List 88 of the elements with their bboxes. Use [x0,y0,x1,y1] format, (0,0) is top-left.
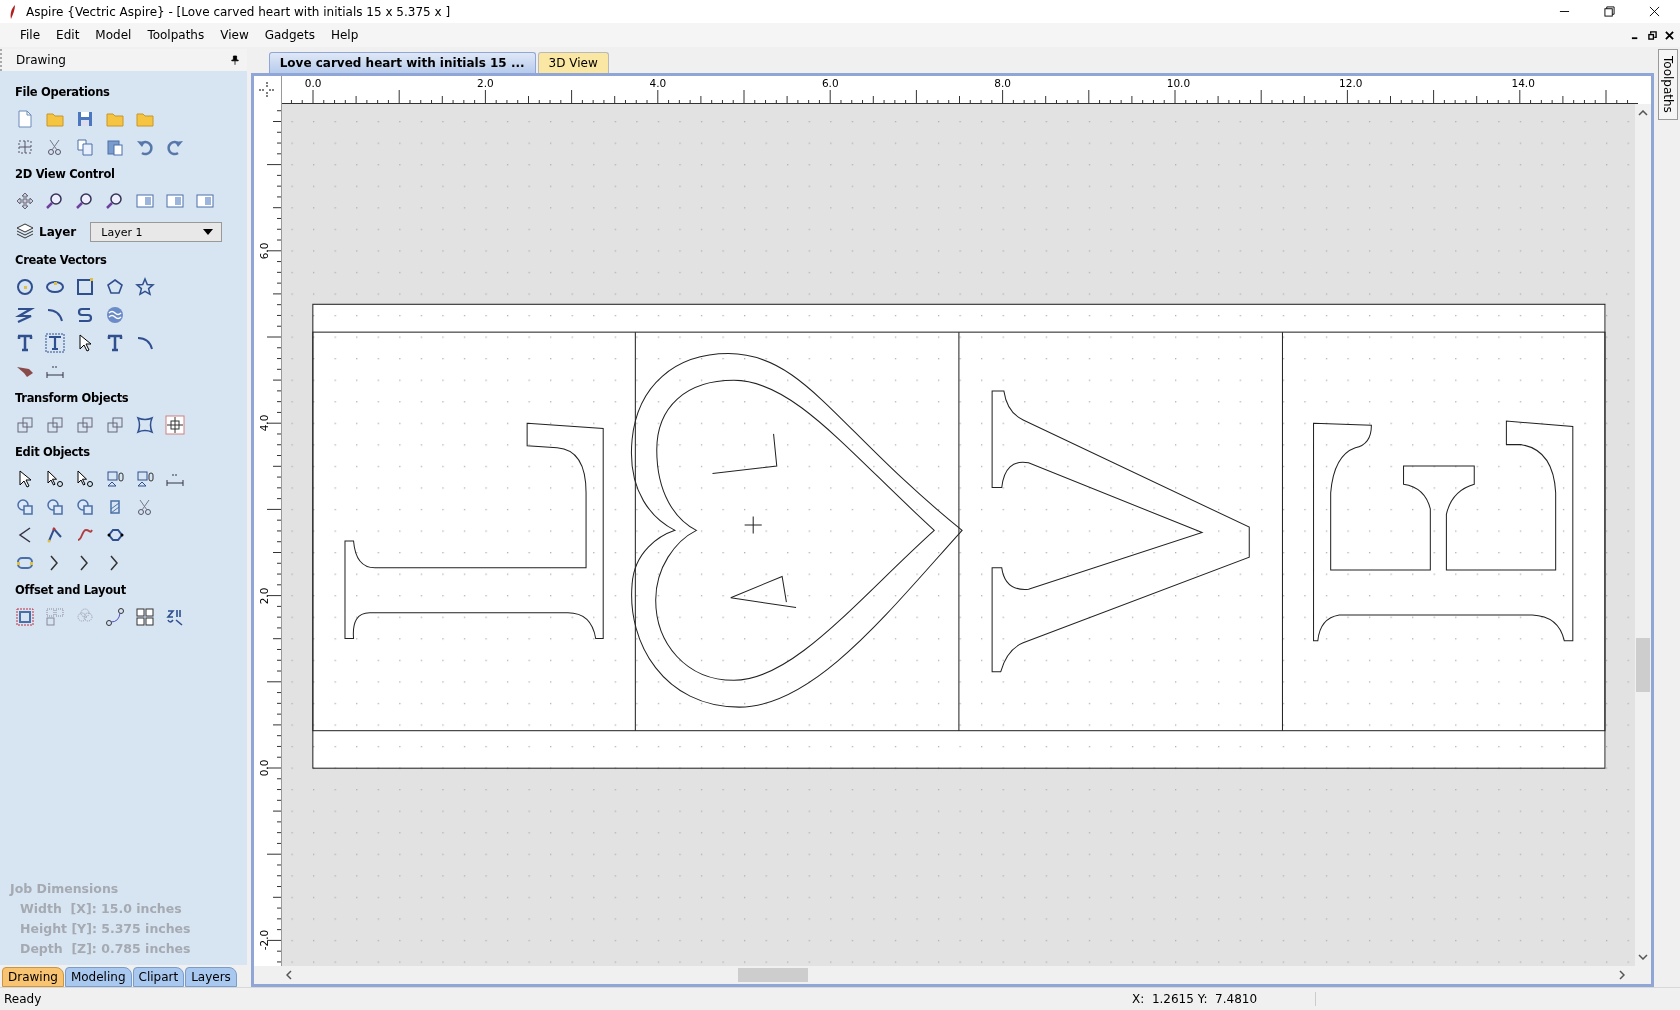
text-tool-icon[interactable] [15,333,35,353]
restore-icon[interactable] [1604,6,1615,17]
layer-dropdown[interactable]: Layer 1 [90,222,223,242]
circle-icon[interactable] [15,277,35,297]
job-dimension-text: Depth [Z]: 0.785 inches [19,940,192,958]
job-dimension-text: Width [X]: 15.0 inches [19,900,183,918]
menu-item[interactable]: Model [87,26,140,44]
ungroup-icon[interactable] [135,469,155,489]
align-icon[interactable] [75,415,95,435]
mirror-icon[interactable] [105,415,125,435]
weld-icon[interactable] [75,497,95,517]
ruler-label: 0.0 [257,759,270,777]
scale-icon[interactable] [45,415,65,435]
ruler-label: 14.0 [1511,77,1535,89]
section-title: Edit Objects [15,445,91,459]
ruler-label: 2.0 [477,77,494,89]
star-icon[interactable] [135,277,155,297]
ruler-label: 10.0 [1166,77,1191,89]
ruler-label: 2.0 [257,587,270,604]
node-cursor-icon[interactable] [45,469,65,489]
section-title: Create Vectors [15,253,108,267]
document-tab[interactable]: 3D View [537,52,609,73]
clipboard-icon[interactable] [105,137,125,157]
path-icon[interactable] [105,607,125,627]
node-icon[interactable] [45,525,65,545]
app-logo-icon [8,3,18,20]
weld-icon[interactable] [45,497,65,517]
scroll-thumb[interactable] [1635,638,1650,692]
panel-tab[interactable]: Drawing [2,967,64,987]
status-text: Ready [3,992,43,1006]
gadget-icon[interactable] [165,607,185,627]
cursor-coordinates: X: 1.2615 Y: 7.4810 [1132,992,1316,1006]
ruler-label: 4.0 [649,77,667,89]
window-title: Aspire {Vectric Aspire} - [Love carved heart with initials 15 x 5.375 x ] [26,4,451,19]
restore-icon[interactable] [1648,30,1657,40]
ruler-label: 4.0 [257,414,270,432]
menu-item[interactable]: File [12,26,49,44]
panel-tab[interactable]: Modeling [64,967,132,987]
magnifier-icon[interactable] [105,191,125,211]
pentagon-icon[interactable] [105,277,125,297]
ruler-label: 0.0 [304,77,322,89]
offset-icon[interactable] [15,607,35,627]
document-tab[interactable]: Love carved heart with initials 15 ... [268,52,536,73]
ruler-label: 6.0 [821,77,839,89]
menu-item[interactable]: Edit [48,26,88,44]
job-dimensions-title: Job Dimensions [10,881,120,896]
text-box-icon[interactable] [45,333,65,353]
ruler-label: -2.0 [257,930,270,951]
rectangle-icon[interactable] [75,277,95,297]
menu-item[interactable]: Help [322,26,367,44]
layer-label: Layer [39,225,77,239]
magnifier-icon[interactable] [45,191,65,211]
polyline-icon[interactable] [15,305,35,325]
group-icon[interactable] [105,469,125,489]
ruler-label: 12.0 [1339,77,1363,89]
array-icon[interactable] [135,607,155,627]
section-title: Transform Objects [15,391,130,405]
crosshair-icon [259,82,276,98]
center-icon[interactable] [165,415,185,435]
ruler-label: 6.0 [257,242,270,260]
menu-item[interactable]: View [212,26,257,44]
ruler-label: 8.0 [994,77,1011,89]
s-curve-icon[interactable] [75,305,95,325]
side-tab[interactable]: Toolpaths [1658,49,1678,120]
spiral-icon[interactable] [105,305,125,325]
panel-title: Drawing [16,53,66,67]
distort-icon[interactable] [135,415,155,435]
close-icon[interactable] [1649,6,1660,17]
section-title: File Operations [15,85,111,99]
pin-icon[interactable] [230,55,239,65]
panel-tab[interactable]: Clipart [132,967,185,987]
move-object-icon[interactable] [15,415,35,435]
weld-icon[interactable] [15,497,35,517]
section-title: Offset and Layout [15,583,127,597]
node-cursor-icon[interactable] [75,469,95,489]
menu-item[interactable]: Gadgets [256,26,323,44]
copy-icon[interactable] [75,137,95,157]
magnifier-icon[interactable] [75,191,95,211]
scroll-thumb[interactable] [737,968,808,982]
close-icon[interactable] [1665,30,1674,40]
move-arrows-icon[interactable] [15,191,35,211]
caret-icon [203,229,214,235]
menu-item[interactable]: Toolpaths [139,26,213,44]
job-dimension-text: Height [Y]: 5.375 inches [19,920,192,938]
section-title: 2D View Control [15,167,116,181]
panel-tab[interactable]: Layers [185,967,237,987]
horizontal-scrollbar[interactable] [253,966,1651,984]
text-tool-icon[interactable] [105,333,125,353]
